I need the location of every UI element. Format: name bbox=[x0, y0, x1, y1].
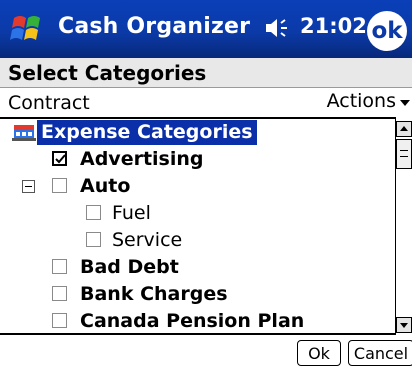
page-title: Select Categories bbox=[8, 61, 207, 85]
checkbox[interactable] bbox=[52, 178, 67, 193]
toolbar: Contract Actions bbox=[0, 88, 412, 117]
tree-item-fuel[interactable]: Fuel bbox=[0, 201, 395, 228]
category-tree[interactable]: Expense Categories Advertising Auto Fuel… bbox=[0, 117, 412, 335]
tree-item-bank-charges[interactable]: Bank Charges bbox=[0, 282, 395, 309]
clock[interactable]: 21:02 bbox=[300, 14, 367, 38]
contract-button[interactable]: Contract bbox=[8, 92, 90, 114]
app-title: Cash Organizer bbox=[58, 14, 251, 39]
chevron-down-icon bbox=[400, 99, 410, 106]
checkbox-checked[interactable] bbox=[52, 151, 67, 166]
scroll-thumb[interactable] bbox=[396, 139, 412, 169]
windows-flag-icon[interactable] bbox=[8, 10, 48, 48]
tree-item-bad-debt[interactable]: Bad Debt bbox=[0, 255, 395, 282]
checkbox[interactable] bbox=[52, 313, 67, 328]
tree-item-label: Bad Debt bbox=[80, 256, 179, 278]
tree-item-label: Bank Charges bbox=[80, 283, 228, 305]
tree-root-label[interactable]: Expense Categories bbox=[37, 120, 257, 145]
tree-item-advertising[interactable]: Advertising bbox=[0, 147, 395, 174]
actions-label: Actions bbox=[326, 90, 396, 112]
checkbox[interactable] bbox=[52, 259, 67, 274]
tree-item-label: Advertising bbox=[80, 148, 204, 170]
tree-item-label: Auto bbox=[80, 175, 131, 197]
title-bar: Cash Organizer 21:02 ok bbox=[0, 0, 412, 58]
speaker-icon[interactable] bbox=[263, 14, 293, 42]
tree-item-auto[interactable]: Auto bbox=[0, 174, 395, 201]
collapse-icon[interactable] bbox=[22, 180, 35, 193]
checkbox[interactable] bbox=[86, 232, 101, 247]
checkbox[interactable] bbox=[52, 286, 67, 301]
scroll-down-icon[interactable] bbox=[396, 317, 412, 333]
title-ok-button[interactable]: ok bbox=[367, 11, 407, 51]
tree-item-label: Service bbox=[112, 229, 183, 251]
category-folder-icon bbox=[12, 122, 36, 144]
tree-root[interactable]: Expense Categories bbox=[0, 120, 395, 147]
tree-item-label: Fuel bbox=[112, 202, 151, 224]
ok-button[interactable]: Ok bbox=[297, 340, 341, 366]
tree-item-canada-pension-plan[interactable]: Canada Pension Plan bbox=[0, 309, 395, 333]
page-header: Select Categories bbox=[0, 58, 412, 88]
vertical-scrollbar[interactable] bbox=[395, 117, 412, 335]
scroll-up-icon[interactable] bbox=[396, 121, 412, 137]
actions-menu[interactable]: Actions bbox=[327, 90, 410, 112]
tree-item-label: Canada Pension Plan bbox=[80, 310, 305, 332]
cancel-button[interactable]: Cancel bbox=[348, 340, 412, 366]
checkbox[interactable] bbox=[86, 205, 101, 220]
tree-item-service[interactable]: Service bbox=[0, 228, 395, 255]
